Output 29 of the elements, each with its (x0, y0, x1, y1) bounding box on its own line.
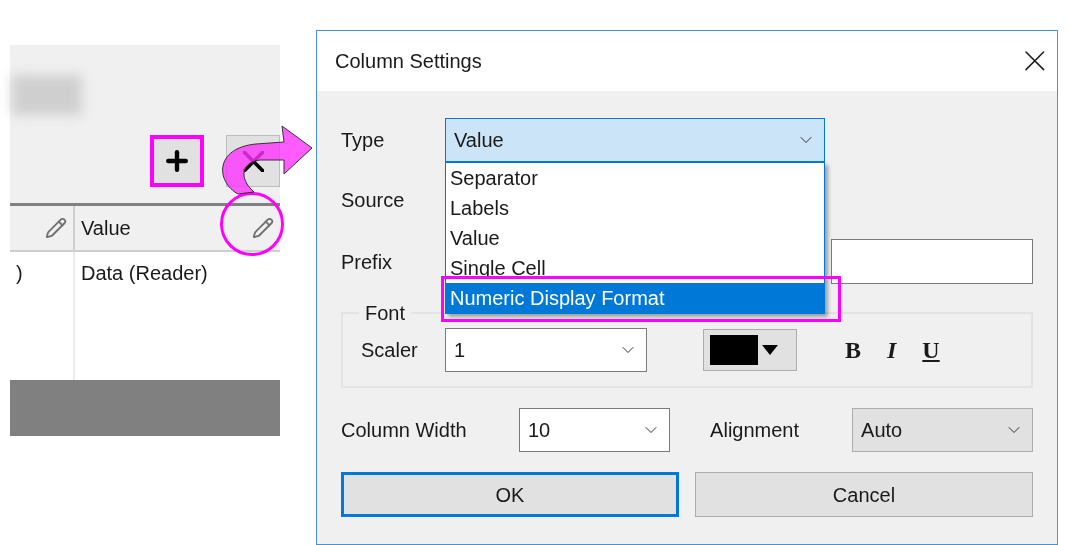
add-button[interactable] (150, 135, 204, 187)
field-label: Scaler (361, 338, 419, 363)
style-button[interactable]: I (887, 332, 897, 368)
field-label: Type (341, 128, 386, 153)
field-label: Alignment (710, 418, 801, 443)
group-label: Font (364, 301, 407, 326)
field-label: Column Width (341, 418, 468, 443)
table-cell-text: Data (Reader) (80, 261, 209, 286)
style-button[interactable]: U (922, 332, 940, 368)
scaler-dropdown[interactable]: 1 (445, 328, 647, 372)
dropdown-option[interactable]: Labels (446, 193, 824, 223)
ok-button[interactable]: OK (341, 472, 679, 517)
pencil-icon[interactable] (45, 217, 67, 239)
window-title: Column Settings (335, 49, 482, 74)
cancel-button[interactable]: Cancel (695, 472, 1033, 517)
dropdown-option[interactable]: Numeric Display Format (446, 283, 824, 313)
prefix-field[interactable] (831, 239, 1033, 284)
color-button[interactable] (703, 329, 797, 371)
field-label: Prefix (341, 249, 393, 275)
pencil-icon[interactable] (252, 217, 274, 239)
caret-icon (762, 345, 778, 355)
blurred-area (12, 75, 82, 115)
field-label: Source (341, 188, 405, 213)
style-button[interactable]: B (845, 332, 861, 368)
column-width-dropdown[interactable]: 10 (519, 408, 671, 452)
type-dropdown[interactable]: Value (445, 118, 825, 162)
dropdown-option[interactable]: Separator (446, 163, 824, 193)
dropdown-option[interactable]: Value (446, 223, 824, 253)
close-icon[interactable] (1025, 51, 1045, 71)
